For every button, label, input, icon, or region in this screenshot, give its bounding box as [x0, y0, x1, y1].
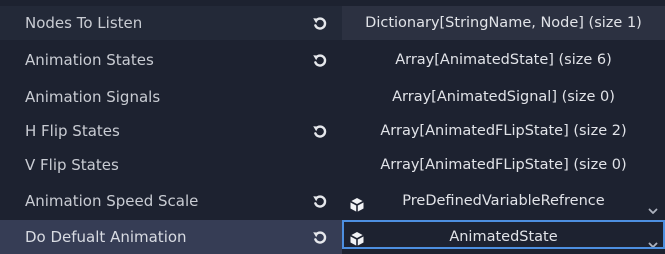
cube-icon [349, 192, 365, 212]
property-label: Animation Signals [25, 88, 161, 106]
property-label: V Flip States [25, 156, 119, 174]
resource-picker[interactable]: PreDefinedVariableRefrence [342, 184, 665, 218]
chevron-down-icon[interactable] [647, 196, 659, 214]
revert-spacer [298, 80, 342, 114]
resource-name: AnimatedState [449, 229, 558, 245]
property-value-button[interactable]: Array[AnimatedFLipState] (size 0) [342, 148, 665, 182]
property-value-button[interactable]: Array[AnimatedState] (size 6) [342, 43, 665, 77]
property-value-button[interactable]: Dictionary[StringName, Node] (size 1) [342, 6, 665, 40]
chevron-down-icon[interactable] [647, 232, 659, 247]
property-value-button[interactable]: Array[AnimatedSignal] (size 0) [342, 80, 665, 114]
property-row-animation-signals: Animation Signals Array[AnimatedSignal] … [0, 80, 665, 114]
property-row-h-flip-states: H Flip States Array[AnimatedFLipState] (… [0, 114, 665, 148]
property-label: Animation Speed Scale [25, 192, 199, 210]
revert-icon[interactable] [298, 6, 342, 40]
cube-icon [349, 228, 365, 246]
property-label: Animation States [25, 51, 154, 69]
inspector-panel: Nodes To Listen Dictionary[StringName, N… [0, 0, 665, 254]
property-value-button[interactable]: Array[AnimatedFLipState] (size 2) [342, 114, 665, 148]
property-row-animation-speed-scale: Animation Speed Scale PreDefinedVariable… [0, 184, 665, 218]
resource-picker[interactable]: AnimatedState [342, 220, 665, 249]
property-row-animation-states: Animation States Array[AnimatedState] (s… [0, 43, 665, 77]
revert-icon[interactable] [298, 43, 342, 77]
revert-spacer [298, 148, 342, 182]
property-row-v-flip-states: V Flip States Array[AnimatedFLipState] (… [0, 148, 665, 182]
resource-name: PreDefinedVariableRefrence [402, 193, 605, 209]
property-label: H Flip States [25, 122, 120, 140]
revert-icon[interactable] [298, 114, 342, 148]
revert-icon[interactable] [298, 184, 342, 218]
property-label: Nodes To Listen [0, 6, 298, 40]
property-row-nodes-to-listen: Nodes To Listen Dictionary[StringName, N… [0, 6, 665, 40]
